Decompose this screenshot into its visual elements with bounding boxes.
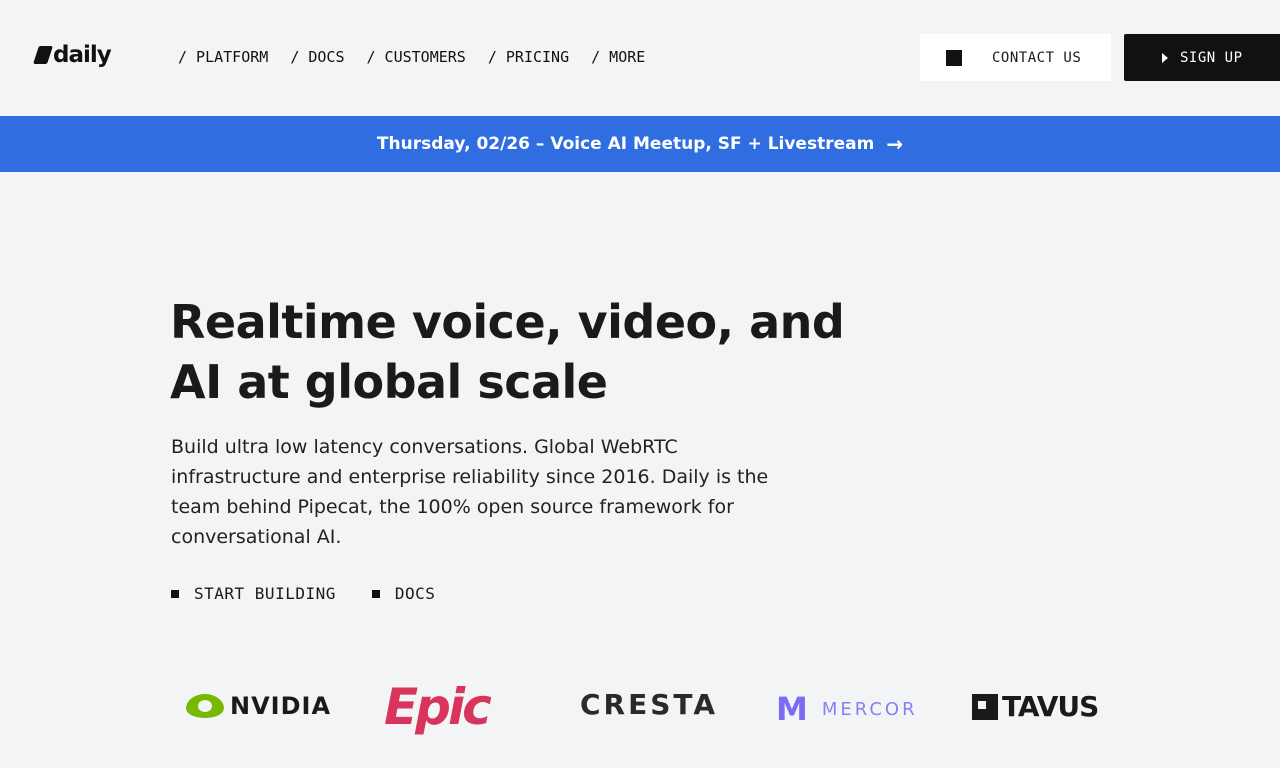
- contact-us-label: CONTACT US: [992, 49, 1082, 66]
- bullet-icon: [371, 589, 380, 598]
- arrow-right-icon: →: [886, 132, 904, 156]
- start-building-label: START BUILDING: [194, 584, 336, 603]
- nav-platform[interactable]: / PLATFORM: [178, 48, 268, 66]
- nav-more[interactable]: / MORE: [591, 48, 645, 66]
- docs-label: DOCS: [394, 584, 436, 603]
- hero-title-line-2: AI at global scale: [170, 355, 608, 409]
- nvidia-logo: NVIDIA: [186, 692, 331, 720]
- nav-docs[interactable]: / DOCS: [290, 48, 344, 66]
- cresta-wordmark: CRESTA: [580, 688, 718, 721]
- tavus-logo: TAVUS: [972, 690, 1099, 723]
- square-icon: [946, 49, 962, 66]
- mercor-logo: M MERCOR: [776, 690, 918, 728]
- sign-up-label: SIGN UP: [1180, 49, 1243, 66]
- docs-link[interactable]: DOCS: [371, 584, 436, 603]
- nav-customers[interactable]: / CUSTOMERS: [367, 48, 466, 66]
- main-nav: / PLATFORM / DOCS / CUSTOMERS / PRICING …: [178, 48, 645, 66]
- daily-logo-icon: [33, 46, 53, 64]
- hero-cta-row: START BUILDING DOCS: [171, 584, 435, 603]
- sign-up-button[interactable]: SIGN UP: [1124, 34, 1280, 81]
- epic-wordmark: Epic: [384, 678, 492, 736]
- nav-pricing[interactable]: / PRICING: [488, 48, 569, 66]
- cresta-logo: CRESTA: [580, 688, 718, 721]
- logo-text: daily: [53, 42, 112, 68]
- tavus-mark-icon: [972, 693, 998, 720]
- nvidia-wordmark: NVIDIA: [230, 692, 332, 720]
- contact-us-button[interactable]: CONTACT US: [920, 34, 1111, 81]
- mercor-m-icon: M: [776, 690, 808, 728]
- play-icon: [1162, 52, 1168, 63]
- banner-text: Thursday, 02/26 – Voice AI Meetup, SF + …: [376, 134, 875, 154]
- hero-description: Build ultra low latency conversations. G…: [171, 436, 769, 548]
- mercor-wordmark: MERCOR: [821, 698, 918, 720]
- nvidia-eye-icon: [186, 694, 224, 718]
- site-header: daily / PLATFORM / DOCS / CUSTOMERS / PR…: [0, 0, 1280, 116]
- event-banner[interactable]: Thursday, 02/26 – Voice AI Meetup, SF + …: [0, 116, 1280, 172]
- start-building-link[interactable]: START BUILDING: [171, 584, 336, 603]
- hero-title: Realtime voice, video, and AI at global …: [170, 292, 870, 412]
- customer-logos: NVIDIA Epic CRESTA M MERCOR TAVUS: [186, 678, 1116, 740]
- hero-title-line-1: Realtime voice, video, and: [170, 295, 845, 349]
- bullet-icon: [171, 589, 179, 598]
- daily-logo[interactable]: daily: [33, 42, 112, 68]
- tavus-wordmark: TAVUS: [1002, 690, 1099, 723]
- epic-logo: Epic: [384, 678, 492, 736]
